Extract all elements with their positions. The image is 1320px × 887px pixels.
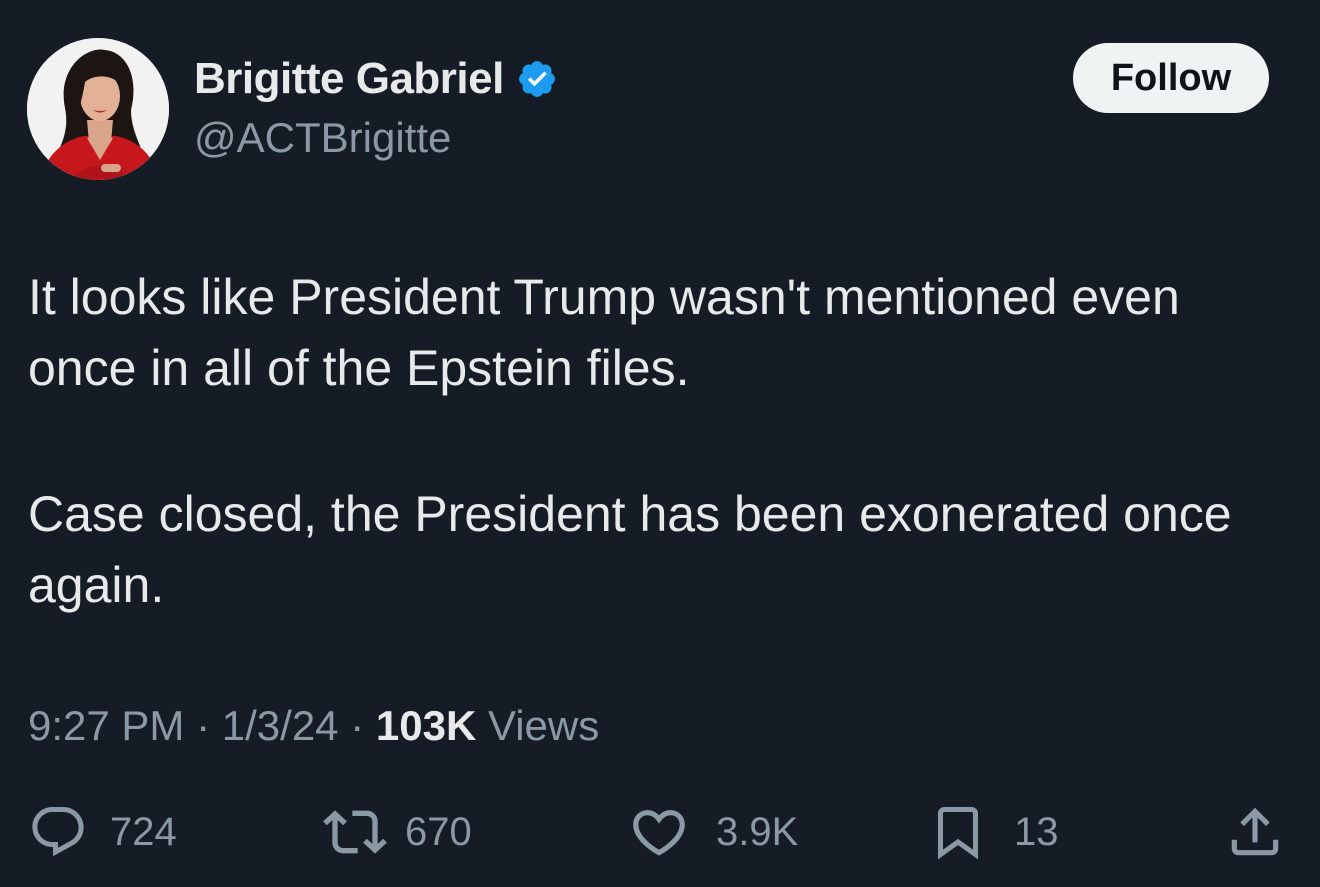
like-count: 3.9K: [716, 809, 799, 854]
follow-button[interactable]: Follow: [1073, 43, 1269, 113]
bookmark-icon: [938, 807, 978, 860]
share-button[interactable]: [1224, 800, 1286, 864]
avatar[interactable]: [27, 38, 169, 180]
retweet-icon: [323, 810, 387, 854]
bookmark-count: 13: [1014, 809, 1059, 854]
meta-separator: ·: [196, 702, 211, 749]
reply-count: 724: [110, 809, 177, 854]
reply-button[interactable]: 724: [28, 800, 177, 864]
author-display-name[interactable]: Brigitte Gabriel: [194, 54, 504, 104]
heart-icon: [633, 810, 685, 856]
tweet-paragraph: Case closed, the President has been exon…: [28, 486, 1232, 613]
retweet-count: 670: [405, 809, 472, 854]
tweet-meta: 9:27 PM · 1/3/24 · 103K Views: [28, 702, 599, 750]
views-label: Views: [487, 702, 600, 749]
retweet-button[interactable]: 670: [323, 800, 472, 864]
avatar-image: [27, 38, 169, 180]
share-icon: [1231, 807, 1279, 856]
bookmark-button[interactable]: 13: [928, 800, 1059, 864]
like-button[interactable]: 3.9K: [628, 800, 798, 864]
reply-icon: [32, 807, 84, 857]
author-name-row: Brigitte Gabriel: [194, 50, 558, 108]
verified-badge-icon: [516, 58, 558, 100]
meta-separator: ·: [350, 702, 365, 749]
action-bar: 724 670 3.9K 13: [28, 800, 1292, 864]
views-count: 103K: [375, 702, 477, 749]
author-handle[interactable]: @ACTBrigitte: [194, 114, 451, 162]
tweet-text: It looks like President Trump wasn't men…: [28, 262, 1298, 696]
tweet-date[interactable]: 1/3/24: [222, 702, 339, 749]
tweet-time[interactable]: 9:27 PM: [28, 702, 184, 749]
tweet-card: Brigitte Gabriel @ACTBrigitte Follow It …: [0, 0, 1320, 887]
tweet-paragraph: It looks like President Trump wasn't men…: [28, 269, 1180, 396]
